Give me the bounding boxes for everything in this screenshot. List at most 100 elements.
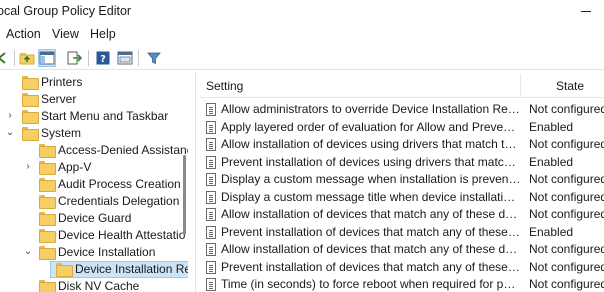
tree-item-server[interactable]: Server bbox=[0, 91, 188, 108]
table-row[interactable]: Display a custom message when installati… bbox=[200, 171, 604, 188]
setting-state: Enabled bbox=[529, 154, 574, 169]
setting-state: Not configured bbox=[529, 137, 604, 151]
collapse-arrow-icon[interactable]: ⌄ bbox=[23, 246, 33, 258]
policy-setting-icon bbox=[206, 208, 216, 221]
policy-setting-icon bbox=[206, 278, 216, 291]
setting-name: Time (in seconds) to force reboot when r… bbox=[221, 277, 521, 291]
menu-action[interactable]: Action bbox=[6, 27, 41, 41]
folder-icon bbox=[22, 93, 39, 107]
tree-item-printers[interactable]: Printers bbox=[0, 74, 188, 91]
table-row[interactable]: Allow installation of devices using driv… bbox=[200, 136, 604, 153]
toolbar-separator bbox=[88, 50, 89, 66]
back-icon[interactable] bbox=[0, 49, 12, 67]
tree-item-label: App-V bbox=[58, 160, 92, 174]
folder-icon bbox=[39, 178, 56, 192]
tree-item-label: Device Guard bbox=[58, 211, 132, 225]
list-header: Setting State bbox=[200, 72, 604, 98]
folder-icon bbox=[22, 76, 39, 90]
setting-state: Not configured bbox=[529, 172, 604, 186]
table-row[interactable]: Prevent installation of devices that mat… bbox=[200, 259, 604, 276]
collapse-arrow-icon[interactable]: ⌄ bbox=[5, 127, 15, 139]
tree-item-label: Start Menu and Taskbar bbox=[41, 109, 169, 123]
table-row[interactable]: Prevent installation of devices using dr… bbox=[200, 154, 604, 171]
policy-setting-icon bbox=[206, 190, 216, 204]
tree-item-device-installation[interactable]: ⌄ Device Installation bbox=[0, 244, 188, 261]
folder-icon bbox=[39, 212, 56, 226]
policy-setting-icon bbox=[206, 155, 216, 169]
window-title: ocal Group Policy Editor bbox=[0, 4, 132, 18]
tree-item-label: Audit Process Creation bbox=[58, 177, 181, 191]
expand-arrow-icon[interactable]: › bbox=[23, 161, 33, 173]
policy-setting-icon bbox=[206, 173, 216, 186]
help-icon[interactable]: ? bbox=[94, 49, 112, 67]
tree-item-disk-nv-cache[interactable]: Disk NV Cache bbox=[0, 278, 188, 292]
tree-item-credentials-delegation[interactable]: Credentials Delegation bbox=[0, 193, 188, 210]
tree-item-start-menu[interactable]: › Start Menu and Taskbar bbox=[0, 108, 188, 125]
tree-item-label: Credentials Delegation bbox=[58, 194, 180, 208]
tree-item-system[interactable]: ⌄ System bbox=[0, 125, 188, 142]
table-row[interactable]: Display a custom message title when devi… bbox=[200, 189, 604, 206]
tree-item-label: Device Installation Re bbox=[75, 262, 188, 276]
policy-setting-icon bbox=[206, 120, 216, 134]
setting-state: Enabled bbox=[529, 119, 574, 134]
setting-name: Allow installation of devices that match… bbox=[221, 242, 521, 256]
setting-name: Allow installation of devices using driv… bbox=[221, 137, 521, 151]
policy-setting-icon bbox=[206, 243, 216, 256]
table-row[interactable]: Allow installation of devices that match… bbox=[200, 206, 604, 223]
tree-item-audit-process[interactable]: Audit Process Creation bbox=[0, 176, 188, 193]
column-header-state[interactable]: State bbox=[556, 79, 584, 93]
table-row[interactable]: Prevent installation of devices that mat… bbox=[200, 224, 604, 241]
setting-name: Display a custom message title when devi… bbox=[221, 189, 521, 204]
setting-state: Not configured bbox=[529, 277, 604, 291]
policy-setting-icon bbox=[206, 138, 216, 151]
tree-item-access-denied[interactable]: Access-Denied Assistanc bbox=[0, 142, 188, 159]
setting-name: Prevent installation of devices using dr… bbox=[221, 154, 521, 169]
tree-scrollbar[interactable] bbox=[183, 155, 186, 235]
folder-icon bbox=[39, 195, 56, 209]
menu-bar: Action View Help bbox=[0, 24, 604, 46]
setting-state: Not configured bbox=[529, 242, 604, 256]
settings-list: Setting State Allow administrators to ov… bbox=[200, 72, 604, 292]
menu-view[interactable]: View bbox=[52, 27, 79, 41]
tree-item-device-installation-restrictions[interactable]: Device Installation Re bbox=[0, 261, 188, 278]
folder-icon bbox=[39, 280, 56, 292]
column-header-setting[interactable]: Setting bbox=[206, 79, 243, 93]
policy-setting-icon bbox=[206, 103, 216, 116]
policy-setting-icon bbox=[206, 260, 216, 274]
setting-state: Not configured bbox=[529, 207, 604, 221]
title-bar: ocal Group Policy Editor bbox=[0, 0, 604, 24]
toolbar: ? bbox=[0, 46, 604, 70]
tree-item-label: System bbox=[41, 126, 82, 140]
expand-arrow-icon[interactable]: › bbox=[5, 110, 15, 122]
folder-icon bbox=[22, 127, 39, 141]
filter-icon[interactable] bbox=[145, 49, 163, 67]
setting-name: Allow administrators to override Device … bbox=[221, 102, 521, 116]
minimize-button[interactable] bbox=[576, 2, 604, 20]
export-list-icon[interactable] bbox=[66, 49, 84, 67]
table-row[interactable]: Time (in seconds) to force reboot when r… bbox=[200, 276, 604, 292]
folder-icon bbox=[56, 263, 73, 277]
table-row[interactable]: Allow administrators to override Device … bbox=[200, 101, 604, 118]
setting-name: Apply layered order of evaluation for Al… bbox=[221, 119, 521, 134]
tree-item-label: Device Health Attestatio bbox=[58, 228, 186, 242]
tree-item-label: Server bbox=[41, 92, 77, 106]
setting-name: Display a custom message when installati… bbox=[221, 172, 521, 186]
properties-icon[interactable] bbox=[116, 49, 134, 67]
folder-icon bbox=[39, 246, 56, 260]
tree-item-label: Device Installation bbox=[58, 245, 156, 259]
setting-state: Not configured bbox=[529, 189, 604, 204]
tree-item-device-health[interactable]: Device Health Attestatio bbox=[0, 227, 188, 244]
pane-divider[interactable] bbox=[195, 72, 196, 292]
tree-item-app-v[interactable]: › App-V bbox=[0, 159, 188, 176]
tree-item-device-guard[interactable]: Device Guard bbox=[0, 210, 188, 227]
toolbar-separator bbox=[14, 50, 15, 66]
tree-item-label: Access-Denied Assistanc bbox=[58, 143, 188, 157]
menu-help[interactable]: Help bbox=[90, 27, 116, 41]
folder-icon bbox=[39, 229, 56, 243]
up-folder-icon[interactable] bbox=[18, 49, 36, 67]
folder-icon bbox=[39, 161, 56, 175]
show-hide-tree-icon[interactable] bbox=[38, 49, 56, 67]
table-row[interactable]: Apply layered order of evaluation for Al… bbox=[200, 119, 604, 136]
column-separator[interactable] bbox=[520, 74, 521, 96]
table-row[interactable]: Allow installation of devices that match… bbox=[200, 241, 604, 258]
